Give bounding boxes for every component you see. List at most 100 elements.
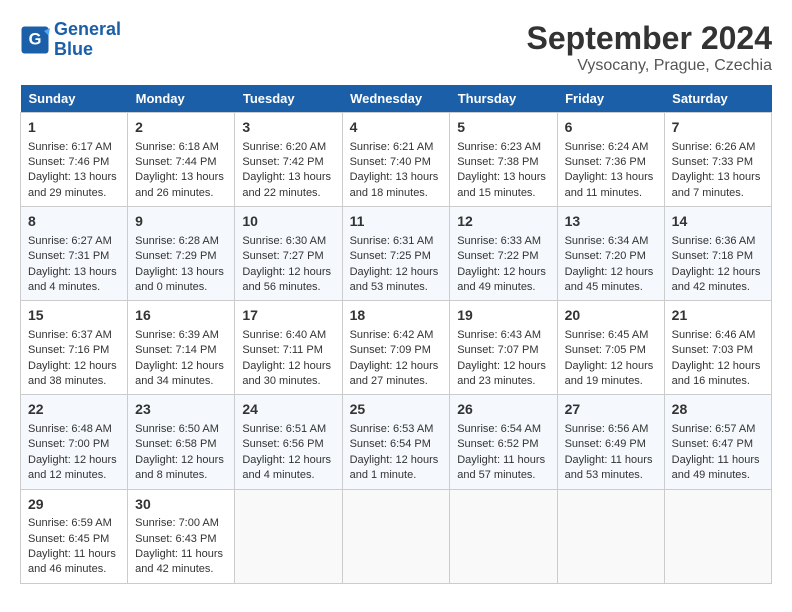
cell-info: and 19 minutes. bbox=[565, 374, 657, 389]
cell-info: Sunset: 7:27 PM bbox=[242, 249, 334, 264]
cell-info: Daylight: 12 hours bbox=[457, 359, 549, 374]
cell-info: Sunset: 7:44 PM bbox=[135, 155, 227, 170]
day-number: 6 bbox=[565, 118, 657, 138]
cell-info: and 16 minutes. bbox=[672, 374, 764, 389]
cell-info: Sunset: 7:46 PM bbox=[28, 155, 120, 170]
day-header-saturday: Saturday bbox=[664, 85, 771, 113]
day-number: 7 bbox=[672, 118, 764, 138]
cell-info: and 23 minutes. bbox=[457, 374, 549, 389]
calendar-cell: 25Sunrise: 6:53 AMSunset: 6:54 PMDayligh… bbox=[342, 395, 450, 489]
cell-info: Sunrise: 6:43 AM bbox=[457, 328, 549, 343]
day-number: 8 bbox=[28, 212, 120, 232]
day-number: 1 bbox=[28, 118, 120, 138]
calendar-cell: 13Sunrise: 6:34 AMSunset: 7:20 PMDayligh… bbox=[557, 207, 664, 301]
calendar-cell: 19Sunrise: 6:43 AMSunset: 7:07 PMDayligh… bbox=[450, 301, 557, 395]
calendar-body: 1Sunrise: 6:17 AMSunset: 7:46 PMDaylight… bbox=[21, 113, 772, 584]
cell-info: Sunrise: 6:27 AM bbox=[28, 234, 120, 249]
day-number: 23 bbox=[135, 400, 227, 420]
cell-info: Sunrise: 6:59 AM bbox=[28, 516, 120, 531]
cell-info: Sunrise: 6:53 AM bbox=[350, 422, 443, 437]
day-number: 24 bbox=[242, 400, 334, 420]
day-number: 11 bbox=[350, 212, 443, 232]
cell-info: Sunset: 7:36 PM bbox=[565, 155, 657, 170]
cell-info: and 53 minutes. bbox=[350, 280, 443, 295]
cell-info: Sunrise: 6:17 AM bbox=[28, 140, 120, 155]
day-number: 27 bbox=[565, 400, 657, 420]
cell-info: Daylight: 13 hours bbox=[28, 265, 120, 280]
cell-info: Sunset: 7:22 PM bbox=[457, 249, 549, 264]
calendar-cell bbox=[235, 489, 342, 583]
calendar-cell: 17 Sunrise: 6:40 AMSunset: 7:11 PMDayligh… bbox=[235, 301, 342, 395]
cell-info: Sunrise: 6:20 AM bbox=[242, 140, 334, 155]
cell-info: and 42 minutes. bbox=[672, 280, 764, 295]
cell-info: Daylight: 11 hours bbox=[565, 453, 657, 468]
calendar-table: SundayMondayTuesdayWednesdayThursdayFrid… bbox=[20, 85, 772, 584]
logo-line2: Blue bbox=[54, 39, 93, 59]
cell-info: and 0 minutes. bbox=[135, 280, 227, 295]
cell-info: and 42 minutes. bbox=[135, 562, 227, 577]
cell-info: Daylight: 13 hours bbox=[565, 170, 657, 185]
calendar-cell: 30Sunrise: 7:00 AMSunset: 6:43 PMDayligh… bbox=[128, 489, 235, 583]
calendar-cell: 22Sunrise: 6:48 AMSunset: 7:00 PMDayligh… bbox=[21, 395, 128, 489]
cell-info: Sunset: 7:07 PM bbox=[457, 343, 549, 358]
day-number: 26 bbox=[457, 400, 549, 420]
calendar-cell: 27Sunrise: 6:56 AMSunset: 6:49 PMDayligh… bbox=[557, 395, 664, 489]
day-number: 29 bbox=[28, 495, 120, 515]
cell-info: and 22 minutes. bbox=[242, 186, 334, 201]
day-number: 14 bbox=[672, 212, 764, 232]
calendar-cell bbox=[450, 489, 557, 583]
day-number: 3 bbox=[242, 118, 334, 138]
cell-info: Sunrise: 6:37 AM bbox=[28, 328, 120, 343]
day-number: 17 bbox=[242, 306, 334, 326]
cell-info: Daylight: 12 hours bbox=[242, 265, 334, 280]
cell-info: Daylight: 12 hours bbox=[135, 453, 227, 468]
day-number: 9 bbox=[135, 212, 227, 232]
cell-info: Daylight: 13 hours bbox=[457, 170, 549, 185]
day-number: 13 bbox=[565, 212, 657, 232]
day-number: 15 bbox=[28, 306, 120, 326]
calendar-cell: 18Sunrise: 6:42 AMSunset: 7:09 PMDayligh… bbox=[342, 301, 450, 395]
cell-info: Daylight: 13 hours bbox=[135, 170, 227, 185]
day-header-wednesday: Wednesday bbox=[342, 85, 450, 113]
cell-info: and 30 minutes. bbox=[242, 374, 334, 389]
cell-info: and 4 minutes. bbox=[28, 280, 120, 295]
calendar-cell: 29Sunrise: 6:59 AMSunset: 6:45 PMDayligh… bbox=[21, 489, 128, 583]
cell-info: and 11 minutes. bbox=[565, 186, 657, 201]
cell-info: and 12 minutes. bbox=[28, 468, 120, 483]
cell-info: Daylight: 13 hours bbox=[135, 265, 227, 280]
calendar-header-row: SundayMondayTuesdayWednesdayThursdayFrid… bbox=[21, 85, 772, 113]
calendar-cell: 2Sunrise: 6:18 AMSunset: 7:44 PMDaylight… bbox=[128, 113, 235, 207]
cell-info: Sunrise: 6:48 AM bbox=[28, 422, 120, 437]
cell-info: Daylight: 13 hours bbox=[28, 170, 120, 185]
cell-info: Daylight: 11 hours bbox=[28, 547, 120, 562]
cell-info: Sunset: 7:11 PM bbox=[242, 343, 334, 358]
cell-info: Sunset: 7:14 PM bbox=[135, 343, 227, 358]
cell-info: Sunset: 6:54 PM bbox=[350, 437, 443, 452]
cell-info: and 46 minutes. bbox=[28, 562, 120, 577]
calendar-cell: 12Sunrise: 6:33 AMSunset: 7:22 PMDayligh… bbox=[450, 207, 557, 301]
cell-info: Sunset: 6:49 PM bbox=[565, 437, 657, 452]
cell-info: Sunset: 7:38 PM bbox=[457, 155, 549, 170]
cell-info: Sunset: 6:58 PM bbox=[135, 437, 227, 452]
cell-info: Sunrise: 6:40 AM bbox=[242, 328, 334, 343]
cell-info: Sunset: 7:33 PM bbox=[672, 155, 764, 170]
cell-info: Sunrise: 6:26 AM bbox=[672, 140, 764, 155]
day-header-tuesday: Tuesday bbox=[235, 85, 342, 113]
cell-info: Daylight: 12 hours bbox=[242, 359, 334, 374]
location: Vysocany, Prague, Czechia bbox=[527, 57, 772, 75]
logo-line1: General bbox=[54, 19, 121, 39]
cell-info: Sunset: 7:09 PM bbox=[350, 343, 443, 358]
cell-info: Sunrise: 7:00 AM bbox=[135, 516, 227, 531]
calendar-cell: 1 Sunrise: 6:17 AMSunset: 7:46 PMDaylight… bbox=[21, 113, 128, 207]
cell-info: and 38 minutes. bbox=[28, 374, 120, 389]
day-number: 30 bbox=[135, 495, 227, 515]
cell-info: Daylight: 12 hours bbox=[672, 359, 764, 374]
cell-info: Sunset: 6:45 PM bbox=[28, 532, 120, 547]
cell-info: Sunset: 7:40 PM bbox=[350, 155, 443, 170]
cell-info: Sunrise: 6:23 AM bbox=[457, 140, 549, 155]
cell-info: Sunrise: 6:45 AM bbox=[565, 328, 657, 343]
calendar-week-row: 8Sunrise: 6:27 AMSunset: 7:31 PMDaylight… bbox=[21, 207, 772, 301]
cell-info: Sunrise: 6:24 AM bbox=[565, 140, 657, 155]
calendar-cell bbox=[664, 489, 771, 583]
day-number: 12 bbox=[457, 212, 549, 232]
